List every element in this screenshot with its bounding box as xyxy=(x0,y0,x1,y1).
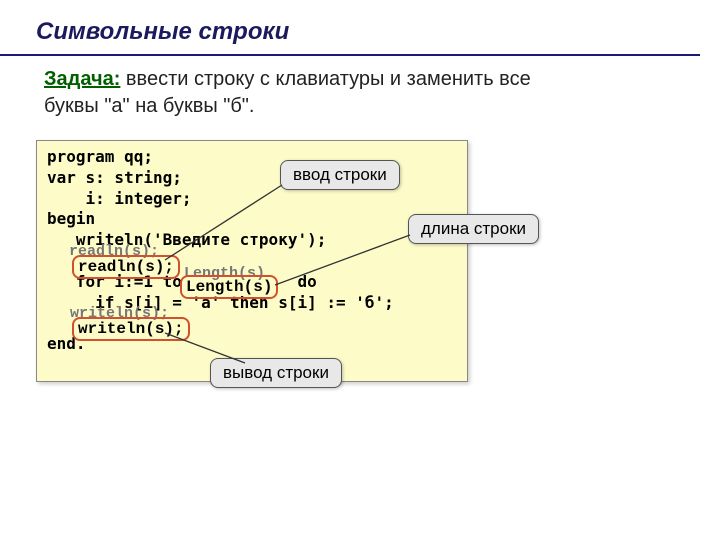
task-line2: буквы "а" на буквы "б". xyxy=(44,95,254,117)
connector-length xyxy=(270,230,420,290)
task-label: Задача: xyxy=(44,68,120,90)
callout-length: длина строки xyxy=(408,214,539,244)
connector-output xyxy=(160,330,270,375)
slide-title: Символьные строки xyxy=(0,0,700,56)
task-line1: ввести строку с клавиатуры и заменить вс… xyxy=(120,68,530,90)
highlight-length: Length(s) xyxy=(180,275,278,299)
callout-input: ввод строки xyxy=(280,160,400,190)
task-text: Задача: ввести строку с клавиатуры и зам… xyxy=(0,56,720,120)
